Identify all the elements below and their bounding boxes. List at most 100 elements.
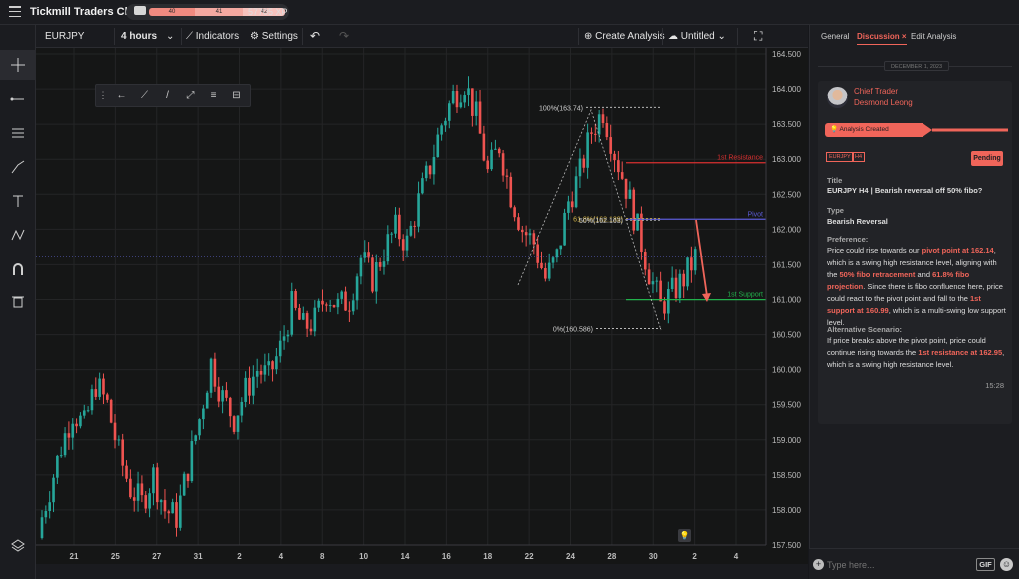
trash-icon[interactable] [0, 286, 36, 316]
title-label: Title [827, 176, 843, 185]
price-tick-label: 159.500 [772, 401, 801, 410]
chevron-down-icon: ⌄ [717, 31, 726, 42]
candle [613, 153, 616, 161]
candle [194, 435, 197, 442]
candle [290, 291, 294, 335]
horizontal-line-tool-icon[interactable] [0, 84, 36, 114]
candle [102, 378, 105, 395]
chart-canvas[interactable]: 1st Resistance162.95Pivot162.144161.6131… [36, 48, 808, 564]
candle [217, 386, 221, 402]
candle [159, 500, 163, 503]
author-name[interactable]: Desmond Leong [854, 98, 913, 107]
candle [497, 148, 501, 154]
candle [536, 244, 539, 263]
candle [294, 291, 297, 308]
candle [651, 281, 655, 285]
document-selector[interactable]: ☁ Untitled ⌄ [668, 25, 726, 48]
fibo-label: 50%(162.163) [579, 218, 623, 225]
price-tick-label: 164.000 [772, 85, 801, 94]
candle [48, 502, 51, 511]
date-divider: DECEMBER 1, 2023 [818, 61, 1012, 71]
candle [563, 212, 566, 246]
symbol-tag: EURJPY [826, 152, 854, 162]
candle [382, 261, 386, 267]
parallel-channel-icon[interactable]: ≡ [202, 90, 225, 101]
candle [513, 207, 516, 218]
candle [267, 361, 271, 366]
candle [163, 500, 167, 512]
avatar[interactable] [827, 87, 848, 108]
magnet-tool-icon[interactable] [0, 254, 36, 284]
candle [136, 483, 140, 501]
price-tick-label: 158.000 [772, 506, 801, 515]
lightbulb-icon[interactable]: 💡 [678, 529, 691, 542]
symbol-selector[interactable]: EURJPY [45, 25, 84, 48]
candle [125, 465, 128, 479]
candle [444, 120, 447, 126]
price-tick-label: 162.500 [772, 190, 801, 199]
candle [275, 356, 278, 370]
undo-icon[interactable]: ↶ [310, 25, 320, 48]
ray-tool-icon[interactable]: ⟋ [133, 90, 156, 101]
candle [117, 439, 121, 441]
candle [278, 340, 282, 357]
banner-arrow [922, 123, 1008, 137]
candle [505, 175, 509, 177]
measure-icon[interactable]: ⊟ [225, 90, 248, 101]
redo-icon[interactable]: ↷ [339, 25, 349, 48]
candle [490, 149, 493, 170]
level-name-label: 1st Resistance [717, 155, 763, 162]
candle [624, 178, 628, 199]
candle [252, 376, 255, 396]
price-chart[interactable]: 1st Resistance162.95Pivot162.144161.6131… [36, 48, 808, 564]
crosshair-tool-icon[interactable] [0, 50, 36, 80]
candle [282, 336, 286, 341]
timeframe-selector[interactable]: 4 hours [121, 25, 157, 48]
fib-tool-icon[interactable] [0, 118, 36, 148]
menu-icon[interactable] [9, 6, 21, 18]
candle [617, 160, 620, 173]
candle [75, 423, 78, 427]
text-tool-icon[interactable] [0, 186, 36, 216]
time-tick-label: 10 [359, 552, 368, 561]
extended-line-icon[interactable]: ⤢ [179, 90, 202, 101]
candle [371, 257, 374, 292]
time-tick-label: 22 [525, 552, 534, 561]
candle [240, 401, 244, 416]
gear-icon: ⚙ [250, 31, 259, 42]
create-analysis-button[interactable]: ⊕ Create Analysis [584, 25, 665, 48]
candle [63, 433, 67, 456]
price-tick-label: 161.000 [772, 296, 801, 305]
candle [186, 473, 190, 482]
tab-general[interactable]: General [821, 32, 849, 41]
emoji-icon[interactable]: ☺ [1000, 558, 1013, 571]
close-icon[interactable]: × [902, 32, 907, 41]
drag-handle-icon[interactable]: ⋮ [96, 90, 110, 101]
indicators-button[interactable]: ⟋ Indicators [186, 25, 239, 48]
gif-button[interactable]: GIF [976, 558, 995, 571]
chat-input[interactable] [827, 557, 967, 573]
time-tick-label: 18 [483, 552, 492, 561]
layers-icon[interactable] [0, 530, 36, 560]
brush-tool-icon[interactable] [0, 152, 36, 182]
candle [632, 189, 636, 231]
candle [129, 478, 132, 498]
candle [421, 178, 424, 194]
chevron-down-icon[interactable]: ⌄ [166, 25, 174, 48]
pattern-tool-icon[interactable] [0, 220, 36, 250]
candle [94, 389, 98, 397]
tab-discussion[interactable]: Discussion × [857, 32, 907, 45]
trend-line-icon[interactable]: / [156, 90, 179, 101]
line-tool-icon[interactable]: ← [110, 90, 133, 101]
cloud-upload-icon: ☁ [668, 31, 678, 42]
candle [271, 361, 274, 370]
tab-edit-analysis[interactable]: Edit Analysis [911, 32, 956, 41]
add-attachment-icon[interactable]: + [813, 559, 824, 570]
fullscreen-icon[interactable]: ⛶ [754, 25, 762, 48]
settings-button[interactable]: ⚙ Settings [250, 25, 298, 48]
candle [682, 273, 685, 287]
chart-toolbar: EURJPY 4 hours ⌄ ⟋ Indicators ⚙ Settings… [36, 25, 808, 48]
candle [225, 390, 228, 398]
candle [643, 252, 647, 270]
top-bar: Tickmill Traders Club 40 41 42 57705 XP [0, 0, 1019, 25]
